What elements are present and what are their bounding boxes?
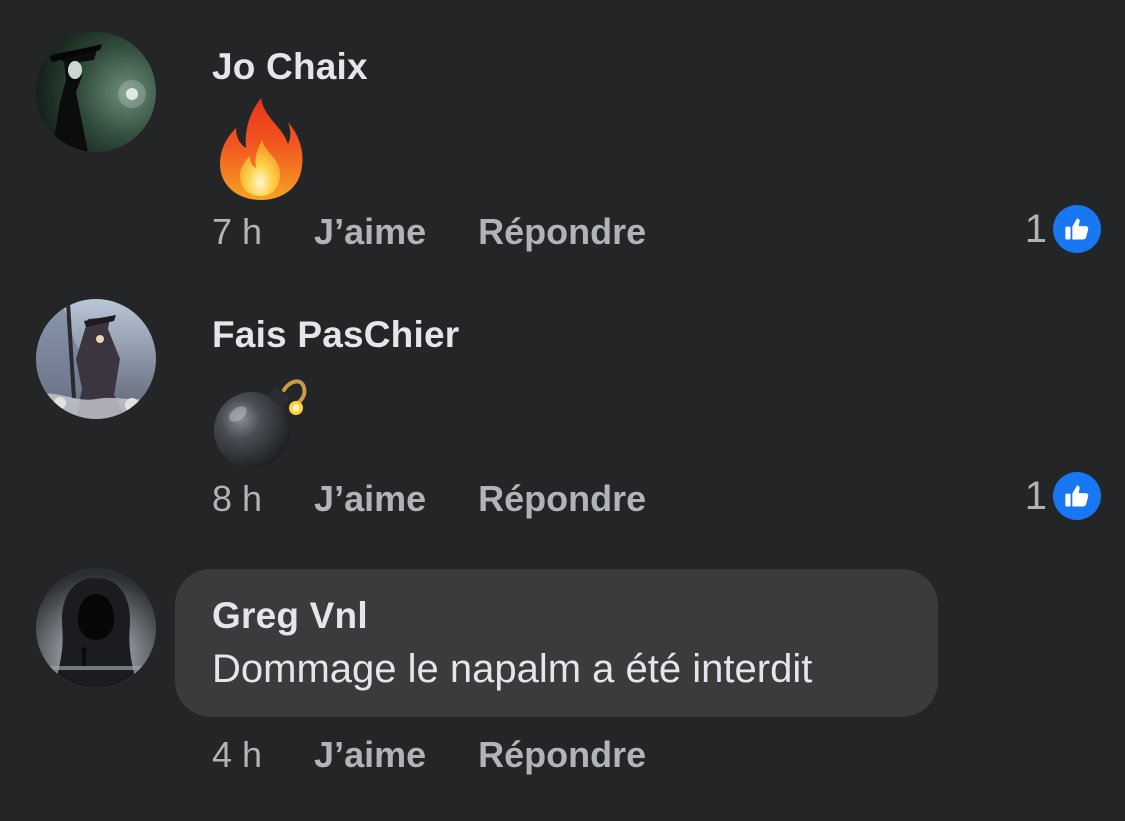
- masked-figure-avatar-icon: [36, 32, 156, 152]
- like-button[interactable]: J’aime: [314, 211, 426, 253]
- reaction-count: 1: [1024, 473, 1047, 518]
- fantasy-artwork-avatar-icon: [36, 299, 156, 419]
- comment-time: 7 h: [212, 211, 263, 252]
- comment-time: 4 h: [212, 734, 263, 775]
- comment-bubble: Greg Vnl Dommage le napalm a été interdi…: [175, 569, 938, 717]
- reaction-count: 1: [1024, 206, 1047, 251]
- reaction-summary[interactable]: 1: [1025, 471, 1101, 521]
- comment-actions: 8 h J’aime Répondre: [212, 477, 646, 521]
- avatar[interactable]: [36, 299, 156, 419]
- reply-button[interactable]: Répondre: [478, 478, 646, 520]
- bomb-emoji: [208, 372, 312, 475]
- avatar[interactable]: [36, 568, 156, 688]
- comment-text: Dommage le napalm a été interdit: [212, 647, 813, 691]
- avatar[interactable]: [36, 32, 156, 152]
- fire-emoji: [218, 96, 304, 207]
- comment-actions: 7 h J’aime Répondre: [212, 210, 646, 254]
- thumbs-up-icon: [1053, 472, 1101, 520]
- reply-button[interactable]: Répondre: [478, 734, 646, 776]
- comment-actions: 4 h J’aime Répondre: [212, 733, 646, 777]
- comment-author[interactable]: Fais PasChier: [212, 314, 459, 356]
- comment-time: 8 h: [212, 478, 263, 519]
- comment-author[interactable]: Jo Chaix: [212, 46, 368, 88]
- like-button[interactable]: J’aime: [314, 478, 426, 520]
- comment-author[interactable]: Greg Vnl: [212, 595, 368, 637]
- like-button[interactable]: J’aime: [314, 734, 426, 776]
- thumbs-up-icon: [1053, 205, 1101, 253]
- hooded-figure-avatar-icon: [36, 568, 156, 688]
- reaction-summary[interactable]: 1: [1025, 204, 1101, 254]
- reply-button[interactable]: Répondre: [478, 211, 646, 253]
